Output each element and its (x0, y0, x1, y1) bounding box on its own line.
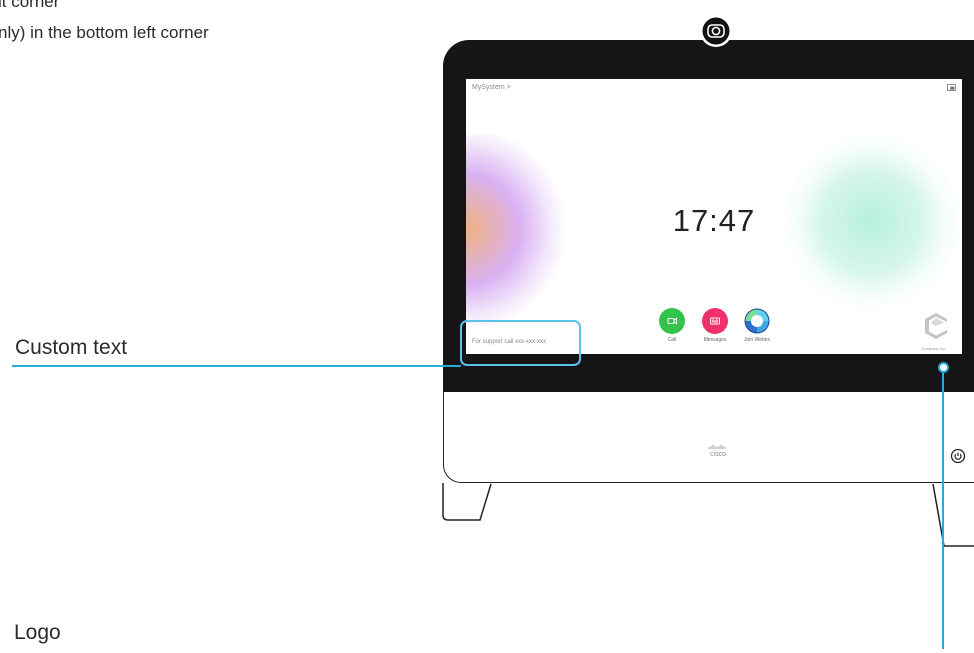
logo-callout-label: Logo (14, 621, 61, 644)
custom-text-callout-line (12, 365, 461, 367)
logo-callout-line (942, 372, 944, 649)
cisco-brand-text: cisco (710, 451, 726, 458)
join-webex-button[interactable]: Join Webex (727, 308, 787, 343)
intro-line-2: nly) in the bottom left corner (0, 23, 209, 42)
device-name-link[interactable]: MySystem > (472, 84, 511, 91)
company-logo-text: Company Inc. (921, 346, 947, 351)
custom-text-callout-label: Custom text (15, 336, 128, 359)
power-icon[interactable] (950, 448, 966, 464)
clock: 17:47 (672, 203, 756, 238)
join-webex-label: Join Webex (743, 337, 771, 343)
webex-icon (744, 308, 770, 334)
device-chin (443, 392, 974, 483)
self-view-icon[interactable] (947, 84, 956, 91)
camera-icon (699, 14, 733, 48)
home-screen: MySystem > 17:47 Call Messages Join Webe… (466, 79, 962, 354)
custom-text-highlight-box (460, 320, 581, 366)
voicemail-icon (710, 317, 720, 325)
company-logo-icon (925, 313, 947, 339)
intro-line-1: lt corner (0, 0, 60, 11)
cisco-logo: cisco (697, 444, 739, 458)
video-camera-icon (667, 317, 677, 325)
